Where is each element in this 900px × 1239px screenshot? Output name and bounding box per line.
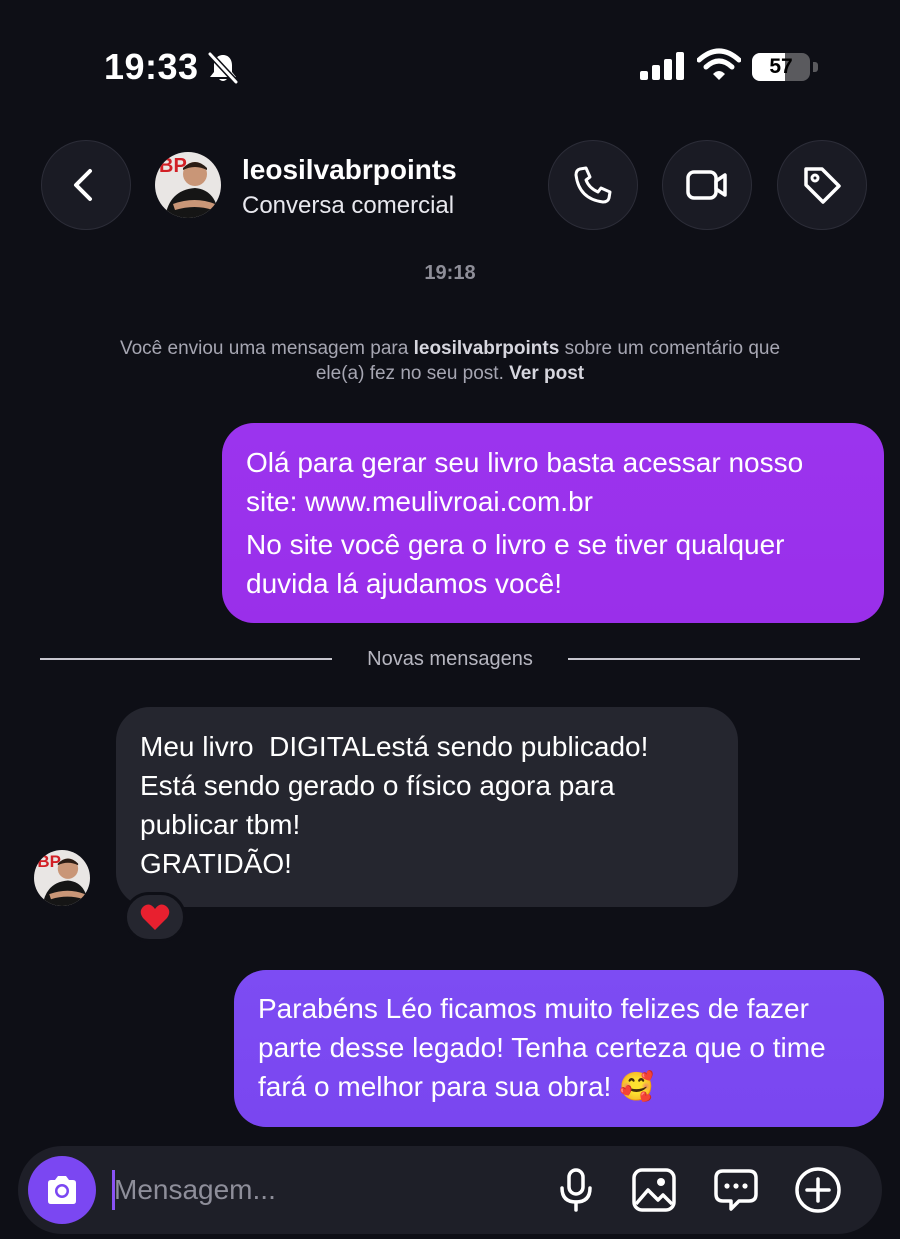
cellular-signal-icon: [640, 52, 684, 80]
wifi-icon: [697, 48, 741, 80]
voice-call-button[interactable]: [548, 140, 638, 230]
message-line: GRATIDÃO!: [140, 848, 292, 879]
avatar-image: BP: [34, 850, 90, 906]
message-text: Parabéns Léo ficamos muito felizes de fa…: [258, 993, 826, 1102]
message-text: No site você gera o livro e se tiver qua…: [246, 529, 785, 599]
label-conversation-button[interactable]: [777, 140, 867, 230]
svg-text:BP: BP: [159, 155, 187, 177]
status-time: 19:33: [104, 46, 199, 87]
message-line: Meu livro DIGITALestá sendo publicado!: [140, 731, 649, 762]
more-options-button[interactable]: [794, 1166, 842, 1214]
back-button[interactable]: [41, 140, 131, 230]
outgoing-message[interactable]: Olá para gerar seu livro basta acessar n…: [222, 423, 884, 623]
bell-slash-icon: [207, 52, 239, 84]
message-input[interactable]: [114, 1166, 534, 1214]
video-camera-icon: [686, 170, 727, 200]
phone-icon: [574, 166, 612, 204]
sender-avatar[interactable]: BP: [34, 850, 90, 906]
plus-circle-icon: [795, 1167, 841, 1213]
tag-icon: [804, 167, 841, 204]
voice-message-button[interactable]: [552, 1166, 600, 1214]
new-messages-divider: Novas mensagens: [40, 645, 860, 673]
battery-icon: 57: [752, 53, 818, 81]
avatar[interactable]: BP: [155, 152, 221, 218]
chevron-left-icon: [74, 169, 92, 201]
heart-icon: [140, 904, 170, 930]
message-line: Está sendo gerado o físico agora para: [140, 770, 615, 801]
conversation-username[interactable]: leosilvabrpoints: [242, 154, 457, 186]
message-text: Olá para gerar seu livro basta acessar n…: [246, 447, 804, 517]
divider-label: Novas mensagens: [367, 648, 533, 670]
message-line: publicar tbm!: [140, 809, 301, 840]
notice-username: leosilvabrpoints: [413, 338, 560, 359]
saved-replies-button[interactable]: [712, 1166, 760, 1214]
status-bar: 19:33 57: [0, 0, 900, 120]
message-timestamp: 19:18: [424, 262, 476, 284]
notice-text: Você enviou uma mensagem para: [119, 338, 414, 359]
camera-icon: [48, 1176, 76, 1204]
battery-percent: 57: [769, 55, 793, 78]
camera-button[interactable]: [28, 1156, 96, 1224]
view-post-link[interactable]: Ver post: [509, 363, 584, 384]
incoming-message[interactable]: Meu livro DIGITALestá sendo publicado! E…: [116, 707, 738, 907]
heart-reaction[interactable]: [124, 892, 186, 942]
outgoing-message[interactable]: Parabéns Léo ficamos muito felizes de fa…: [234, 970, 884, 1127]
system-notice: Você enviou uma mensagem para leosilvabr…: [110, 336, 790, 386]
conversation-subtitle: Conversa comercial: [242, 192, 455, 219]
chat-bubble-icon: [714, 1169, 758, 1211]
microphone-icon: [560, 1168, 592, 1212]
video-call-button[interactable]: [662, 140, 752, 230]
svg-text:BP: BP: [37, 852, 61, 871]
gallery-icon: [632, 1168, 676, 1212]
gallery-button[interactable]: [630, 1166, 678, 1214]
message-composer: [18, 1146, 882, 1234]
avatar-image: BP: [155, 152, 221, 218]
